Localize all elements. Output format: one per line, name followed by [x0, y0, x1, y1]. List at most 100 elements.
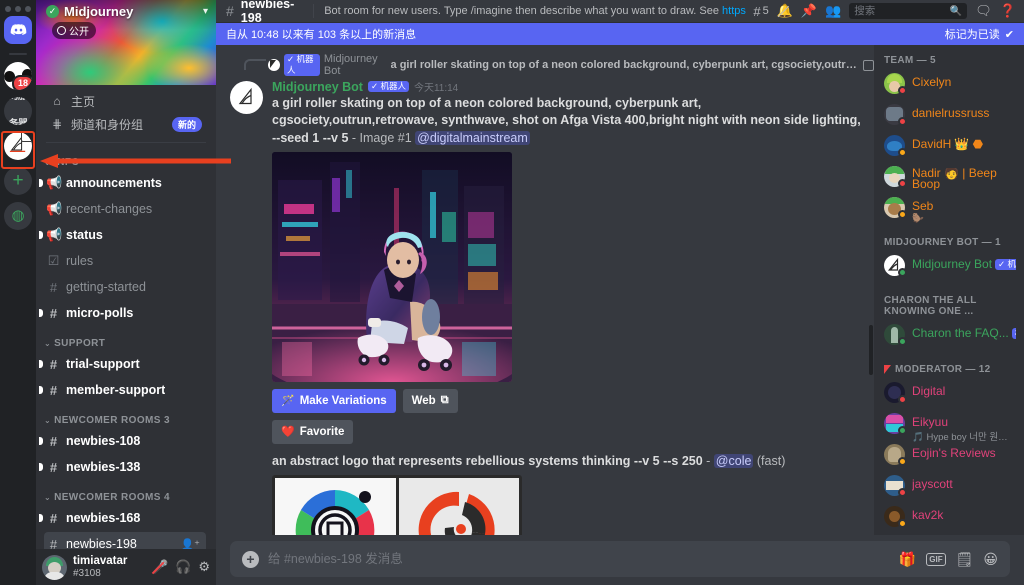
channel-list[interactable]: ⌄ INFO 📢 announcements 📢 recent-changes … — [36, 146, 216, 549]
member-row[interactable]: Nadir 🧑 | Beep Boop — [874, 163, 1024, 194]
member-name: Eojin's Reviews — [912, 446, 996, 460]
unread-indicator — [39, 514, 43, 523]
pinned-messages-icon[interactable]: 📌 — [801, 3, 817, 19]
channel-member-support[interactable]: # member-support — [39, 378, 206, 403]
gif-icon[interactable]: GIF — [926, 552, 946, 566]
server-rail-discord-home[interactable] — [4, 16, 32, 44]
member-row[interactable]: Eikyuu 🎵 Hype boy 너만 원해 Hype b... — [874, 410, 1024, 443]
threads-icon[interactable]: #5 — [753, 4, 768, 19]
server-rail-explore[interactable]: ◍ — [4, 202, 32, 230]
category-newcomer-rooms-4[interactable]: ⌄ NEWCOMER ROOMS 4 — [36, 481, 214, 506]
member-info: Charon the FAQ...机器人 — [912, 322, 1016, 340]
help-icon[interactable]: ❓ — [1000, 3, 1016, 19]
window-dot[interactable] — [25, 6, 31, 12]
add-member-icon[interactable]: 👤⁺ — [180, 538, 200, 549]
channel-trial-support[interactable]: # trial-support — [39, 352, 206, 377]
mark-as-read-button[interactable]: 标记为已读 ✔ — [945, 26, 1014, 42]
gift-icon[interactable]: 🎁 — [899, 551, 916, 568]
member-row[interactable]: Charon the FAQ...机器人 — [874, 321, 1024, 352]
chevron-down-icon[interactable]: ▾ — [203, 6, 208, 17]
message-author-avatar[interactable] — [230, 81, 263, 114]
main-content: # newbies-198 Bot room for new users. Ty… — [216, 0, 1024, 585]
server-rail-midjourney-server[interactable] — [4, 132, 32, 160]
sidebar-item-home[interactable]: ⌂ 主页 — [44, 90, 208, 113]
message-author-name[interactable]: Midjourney Bot — [272, 80, 363, 94]
channel-rules[interactable]: ☑ rules — [44, 249, 206, 274]
mic-muted-icon[interactable]: 🎤 — [152, 559, 168, 575]
channel-newbies-138[interactable]: # newbies-138 — [39, 455, 206, 480]
member-list-icon[interactable]: 👥 — [825, 3, 841, 19]
sticker-icon[interactable]: 🗒 — [956, 551, 974, 568]
server-banner[interactable]: ✓ Midjourney ▾ 公开 — [36, 0, 216, 85]
add-attachment-icon[interactable]: + — [242, 550, 259, 568]
status-indicator — [898, 179, 907, 188]
web-button[interactable]: Web ⧉ — [402, 388, 458, 413]
member-row[interactable]: Digital — [874, 379, 1024, 410]
member-row[interactable]: Eojin's Reviews — [874, 441, 1024, 472]
generated-image-roller-skater[interactable] — [272, 151, 512, 382]
user-identity[interactable]: timiavatar #3108 — [73, 555, 146, 580]
generated-image-art — [272, 151, 512, 382]
channel-newbies-198[interactable]: # newbies-198 👤⁺ — [44, 531, 206, 549]
reply-context[interactable]: ✓ 机器人 Midjourney Bot a girl roller skati… — [216, 51, 874, 78]
channel-announcements[interactable]: 📢 announcements — [39, 171, 206, 196]
member-row[interactable]: DavidH 👑 ⬣ — [874, 132, 1024, 163]
channel-status[interactable]: 📢 status — [39, 223, 206, 248]
member-row[interactable]: Midjourney Bot✓ 机器人 — [874, 252, 1024, 283]
inbox-icon[interactable]: 🗨 — [975, 3, 992, 19]
member-name: Nadir 🧑 | Beep Boop — [912, 168, 997, 190]
message-mention[interactable]: @digitalmainstream — [415, 130, 530, 145]
message-text-2: an abstract logo that represents rebelli… — [272, 453, 864, 470]
member-row[interactable]: danielrussruss — [874, 101, 1024, 132]
member-row[interactable]: Cixelyn — [874, 70, 1024, 101]
server-header[interactable]: ✓ Midjourney ▾ — [46, 4, 208, 19]
channel-topic-link[interactable]: https://docs.midjour... — [722, 5, 746, 17]
category-newcomer-rooms-4-label: NEWCOMER ROOMS 4 — [54, 491, 170, 503]
member-list[interactable]: TEAM — 5 Cixelyn danielrussruss DavidH 👑 … — [874, 45, 1024, 535]
message-scrollbar-thumb[interactable] — [869, 325, 873, 375]
settings-gear-icon[interactable]: ⚙ — [198, 559, 210, 575]
message-input[interactable] — [268, 552, 890, 566]
channel-topic-text: Bot room for new users. Type /imagine th… — [324, 5, 723, 17]
category-support[interactable]: ⌄ SUPPORT — [36, 327, 214, 352]
search-box[interactable]: 🔍 — [849, 3, 968, 19]
headphones-icon[interactable]: 🎧 — [175, 559, 191, 575]
member-name: danielrussruss — [912, 106, 990, 120]
composer-icons: 🎁 GIF 🗒 😀 — [899, 551, 998, 568]
category-newcomer-rooms-3[interactable]: ⌄ NEWCOMER ROOMS 3 — [36, 404, 214, 429]
channel-getting-started[interactable]: # getting-started — [44, 275, 206, 300]
make-variations-button[interactable]: 🪄 Make Variations — [272, 388, 396, 413]
avatar-body — [44, 571, 65, 580]
notification-off-icon[interactable]: 🔔 — [777, 3, 793, 19]
server-rail-add-server[interactable]: + — [4, 167, 32, 195]
channel-recent-changes[interactable]: 📢 recent-changes — [44, 197, 206, 222]
channel-micro-polls[interactable]: # micro-polls — [39, 301, 206, 326]
channel-label: newbies-138 — [66, 460, 141, 475]
member-row[interactable]: kav2k — [874, 503, 1024, 534]
generated-image-abstract-logos[interactable] — [272, 475, 522, 535]
message2-mention[interactable]: @cole — [713, 453, 754, 468]
server-rail-panda-server[interactable]: 18 — [4, 62, 32, 90]
channel-newbies-168[interactable]: # newbies-168 — [39, 506, 206, 531]
user-avatar[interactable] — [42, 554, 67, 580]
moderator-badge-icon — [884, 365, 891, 374]
search-input[interactable] — [854, 5, 946, 17]
channel-label: trial-support — [66, 357, 140, 372]
member-info: jayscott — [912, 473, 1016, 491]
server-rail-my-servers[interactable]: 的服务器 — [4, 97, 32, 125]
emoji-icon[interactable]: 😀 — [983, 551, 998, 568]
window-dot[interactable] — [15, 6, 21, 12]
sidebar-item-channels-roles[interactable]: ⋕ 频道和身份组 新的 — [44, 113, 208, 136]
channel-newbies-108[interactable]: # newbies-108 — [39, 429, 206, 454]
member-row[interactable]: jayscott — [874, 472, 1024, 503]
member-name: Seb — [912, 199, 934, 213]
message-list[interactable]: ✓ 机器人 Midjourney Bot a girl roller skati… — [216, 45, 874, 535]
favorite-button[interactable]: ❤️ Favorite — [272, 419, 354, 444]
member-row[interactable]: Seb 🦫 — [874, 194, 1024, 225]
unread-indicator — [39, 179, 43, 188]
member-info: kav2k — [912, 504, 1016, 522]
server-rail: 18 的服务器 + ◍ — [0, 0, 36, 585]
message-composer[interactable]: + 🎁 GIF 🗒 😀 — [230, 541, 1010, 577]
window-dot[interactable] — [5, 6, 11, 12]
announcement-icon: 📢 — [46, 175, 63, 191]
